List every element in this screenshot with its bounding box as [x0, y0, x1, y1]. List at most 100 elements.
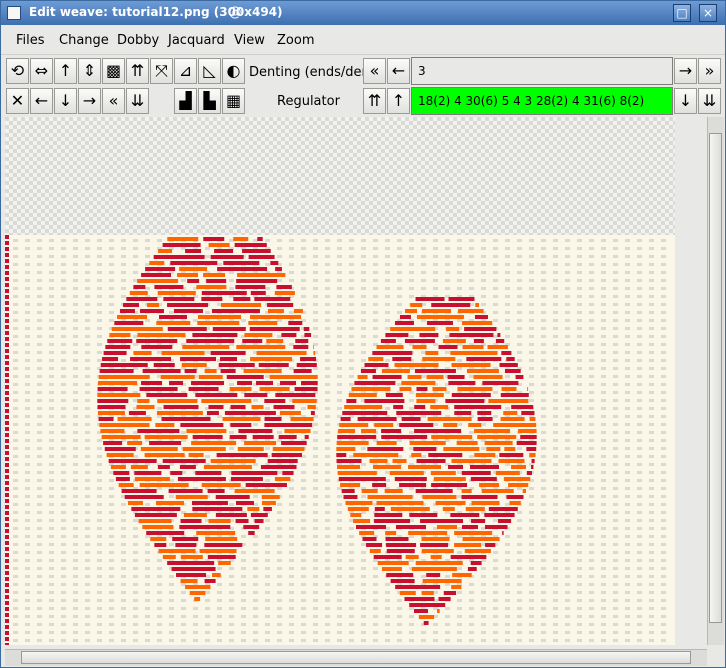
denting-input[interactable]: 3 — [411, 57, 673, 85]
half-circle-icon[interactable]: ◐ — [222, 58, 245, 84]
horizontal-scrollbar[interactable] — [5, 649, 707, 666]
weave-dot — [457, 279, 462, 282]
double-up-icon[interactable]: ⇈ — [126, 58, 149, 84]
clear-icon[interactable]: ✕ — [6, 88, 29, 114]
weft-float — [394, 477, 427, 481]
weave-dot — [205, 599, 210, 602]
weave-dot — [49, 327, 54, 330]
cross-arrows-icon[interactable]: ⤧ — [150, 58, 173, 84]
weave-dot — [217, 607, 222, 610]
weave-dot — [49, 631, 54, 634]
weave-dot — [553, 535, 558, 538]
weft-float — [98, 381, 138, 385]
weave-dot — [61, 279, 66, 282]
weft-float — [110, 465, 126, 469]
weave-dot — [61, 439, 66, 442]
double-left-icon[interactable]: « — [363, 58, 386, 84]
weft-float — [461, 471, 491, 475]
edge-marker — [5, 529, 9, 533]
weave-dot — [49, 407, 54, 410]
weft-float — [233, 297, 251, 301]
weave-dot — [85, 351, 90, 354]
horizontal-scroll-thumb[interactable] — [21, 651, 691, 664]
weave-dot — [589, 239, 594, 242]
arrow-left-icon[interactable]: ← — [387, 58, 410, 84]
weft-float — [163, 297, 195, 301]
checker-icon[interactable]: ▦ — [222, 88, 245, 114]
menu-view[interactable]: View — [234, 33, 265, 48]
weave-dot — [325, 359, 330, 362]
weave-dot — [385, 583, 390, 586]
arrow-right-icon[interactable]: → — [674, 58, 697, 84]
vertical-scroll-thumb[interactable] — [709, 133, 722, 623]
weave-dot — [373, 239, 378, 242]
weave-dot — [73, 439, 78, 442]
weave-dot — [613, 375, 618, 378]
arrow-up-icon[interactable]: ↑ — [387, 88, 410, 114]
arrow-down-icon[interactable]: ↓ — [674, 88, 697, 114]
vertical-scrollbar[interactable] — [707, 117, 724, 645]
arrow-right-icon[interactable]: → — [78, 88, 101, 114]
arrow-up-icon[interactable]: ↑ — [54, 58, 77, 84]
rotate-icon[interactable]: ⟲ — [6, 58, 29, 84]
menu-files[interactable]: Files — [16, 33, 45, 48]
weave-dot — [613, 639, 618, 642]
weave-dot — [25, 335, 30, 338]
weave-dot — [553, 407, 558, 410]
flip-vertical-icon[interactable]: ⇕ — [78, 58, 101, 84]
weave-canvas[interactable] — [5, 117, 675, 645]
step-left-icon[interactable]: ▙ — [198, 88, 221, 114]
weave-dot — [373, 287, 378, 290]
weave-dot — [541, 391, 546, 394]
weave-dot — [313, 511, 318, 514]
close-button[interactable]: × — [699, 4, 717, 22]
stairs-down-icon[interactable]: ◺ — [198, 58, 221, 84]
weave-dot — [649, 399, 654, 402]
weave-dot — [529, 631, 534, 634]
weave-dot — [73, 287, 78, 290]
weft-float — [281, 333, 297, 337]
arrow-left-icon[interactable]: ← — [30, 88, 53, 114]
weave-dot — [301, 511, 306, 514]
weft-float — [342, 411, 388, 415]
double-down-icon[interactable]: ⇊ — [698, 88, 721, 114]
weave-dot — [37, 511, 42, 514]
weave-dot — [661, 255, 666, 258]
weave-dot — [529, 327, 534, 330]
weave-dot — [217, 583, 222, 586]
mirror-horizontal-icon[interactable]: ⇔ — [30, 58, 53, 84]
weave-dot — [49, 439, 54, 442]
double-down-icon[interactable]: ⇊ — [126, 88, 149, 114]
weave-dot — [577, 439, 582, 442]
menu-jacquard[interactable]: Jacquard — [168, 33, 225, 48]
weave-dot — [505, 567, 510, 570]
menu-zoom[interactable]: Zoom — [277, 33, 314, 48]
weave-dot — [13, 343, 18, 346]
weave-dot — [565, 423, 570, 426]
weave-pattern[interactable] — [5, 117, 675, 645]
weave-dot — [493, 311, 498, 314]
weave-dot — [289, 591, 294, 594]
double-left-icon[interactable]: « — [102, 88, 125, 114]
step-right-icon[interactable]: ▟ — [174, 88, 197, 114]
double-right-icon[interactable]: » — [698, 58, 721, 84]
regulator-input[interactable]: 18(2) 4 30(6) 5 4 3 28(2) 4 31(6) 8(2) — [411, 87, 673, 115]
double-up-icon[interactable]: ⇈ — [363, 88, 386, 114]
weave-dot — [541, 487, 546, 490]
arrow-down-icon[interactable]: ↓ — [54, 88, 77, 114]
maximize-button[interactable]: □ — [673, 4, 691, 22]
weave-dot — [277, 535, 282, 538]
stairs-up-icon[interactable]: ⊿ — [174, 58, 197, 84]
weave-dot — [589, 423, 594, 426]
weave-dot — [553, 279, 558, 282]
weave-dot — [613, 447, 618, 450]
invert-icon[interactable]: ▩ — [102, 58, 125, 84]
menu-change[interactable]: Change — [59, 33, 109, 48]
weave-dot — [109, 575, 114, 578]
weft-float — [431, 435, 473, 439]
weave-dot — [601, 495, 606, 498]
edge-marker — [5, 421, 9, 425]
weave-dot — [565, 471, 570, 474]
weft-float — [409, 441, 446, 445]
menu-dobby[interactable]: Dobby — [117, 33, 159, 48]
